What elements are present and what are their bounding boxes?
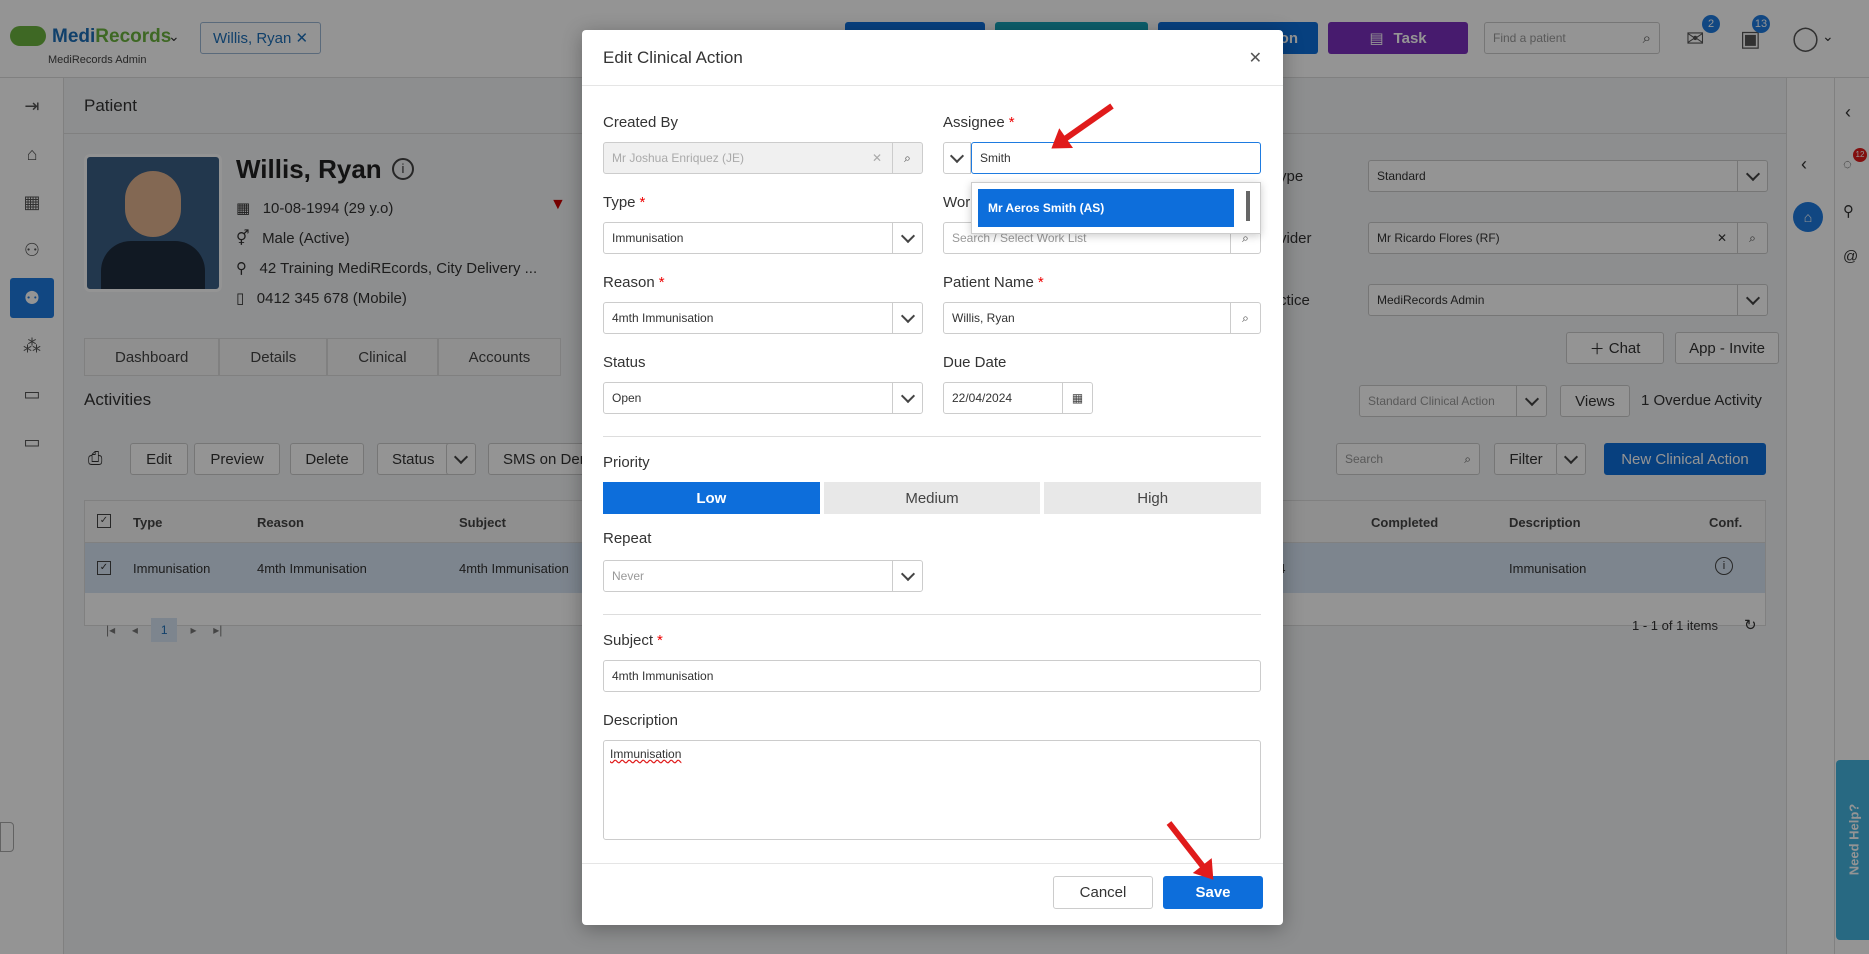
description-textarea[interactable]: Immunisation (603, 740, 1261, 840)
priority-low[interactable]: Low (603, 482, 820, 514)
search-icon: ⌕ (892, 143, 922, 173)
priority-high[interactable]: High (1044, 482, 1262, 514)
subject-label: Subject * (603, 632, 663, 649)
modal-footer-divider (582, 863, 1283, 864)
subject-input[interactable]: 4mth Immunisation (603, 660, 1261, 692)
created-by-field: Mr Joshua Enriquez (JE) ✕ ⌕ (603, 142, 923, 174)
modal-title: Edit Clinical Action (603, 47, 743, 67)
modal-header: Edit Clinical Action ✕ (582, 30, 1283, 86)
assignee-option[interactable]: Mr Aeros Smith (AS) (978, 189, 1234, 227)
reason-label: Reason * (603, 274, 665, 291)
divider (603, 614, 1261, 615)
assignee-label: Assignee * (943, 114, 1015, 131)
assignee-dropdown-toggle[interactable] (943, 142, 971, 174)
calendar-icon[interactable]: ▦ (1062, 383, 1092, 413)
assignee-dropdown-list: Mr Aeros Smith (AS) (971, 182, 1261, 234)
repeat-label: Repeat (603, 530, 652, 547)
description-label: Description (603, 712, 679, 729)
priority-selector: Low Medium High (603, 482, 1262, 514)
close-icon[interactable]: ✕ (1249, 48, 1262, 68)
divider (603, 436, 1261, 437)
repeat-select[interactable]: Never (603, 560, 923, 592)
type-select[interactable]: Immunisation (603, 222, 923, 254)
due-date-label: Due Date (943, 354, 1007, 371)
type-label: Type * (603, 194, 646, 211)
search-icon[interactable]: ⌕ (1230, 303, 1260, 333)
clear-icon: ✕ (871, 151, 882, 165)
patient-name-field[interactable]: Willis, Ryan ⌕ (943, 302, 1261, 334)
worklist-label: Wor (943, 194, 971, 211)
save-button[interactable]: Save (1163, 876, 1263, 909)
scrollbar[interactable] (1246, 191, 1250, 221)
status-label: Status (603, 354, 646, 371)
assignee-input[interactable]: Smith (971, 142, 1261, 174)
priority-medium[interactable]: Medium (823, 482, 1041, 514)
created-by-label: Created By (603, 114, 679, 131)
priority-label: Priority (603, 454, 650, 471)
status-select[interactable]: Open (603, 382, 923, 414)
patient-name-label: Patient Name * (943, 274, 1044, 291)
edit-clinical-action-modal: Edit Clinical Action ✕ Created By Mr Jos… (582, 30, 1283, 925)
cancel-button[interactable]: Cancel (1053, 876, 1153, 909)
reason-select[interactable]: 4mth Immunisation (603, 302, 923, 334)
due-date-field[interactable]: 22/04/2024 ▦ (943, 382, 1093, 414)
